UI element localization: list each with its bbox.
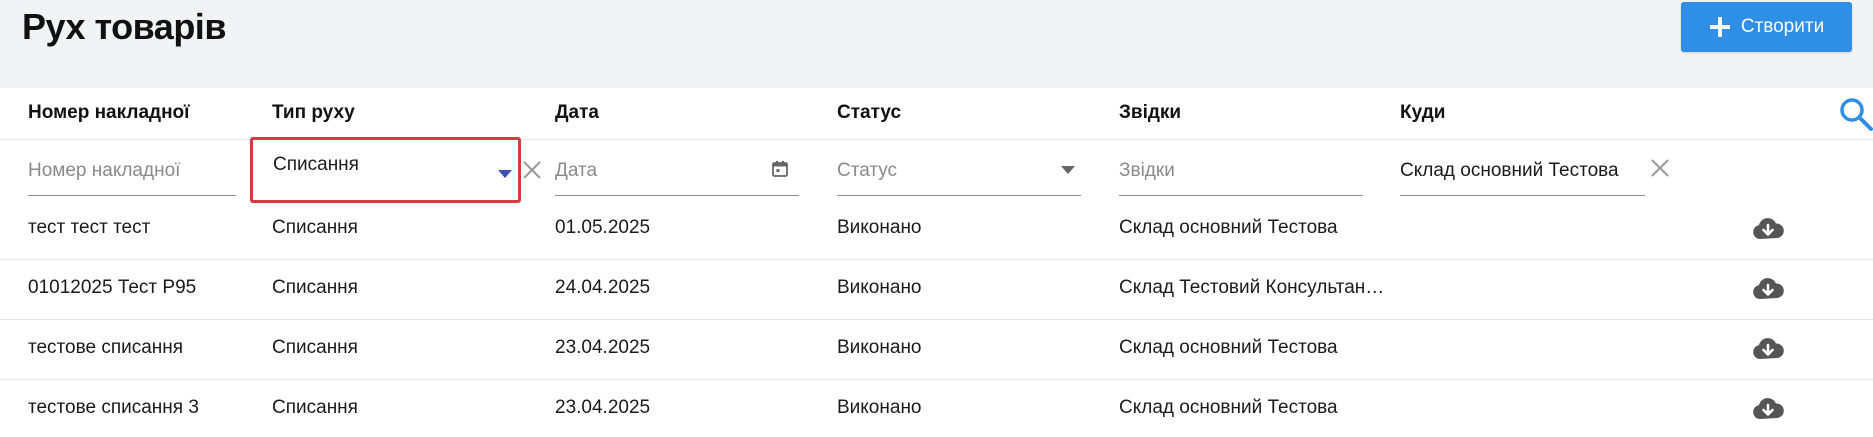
cell-from: Склад основний Тестова — [1119, 337, 1338, 358]
cloud-download-icon[interactable] — [1752, 277, 1784, 303]
cell-status: Виконано — [837, 397, 922, 418]
type-filter-select[interactable]: Списання — [250, 137, 521, 203]
table-body: тест тест тест Списання 01.05.2025 Викон… — [0, 200, 1873, 437]
plus-icon — [1709, 17, 1730, 37]
cell-status: Виконано — [837, 277, 922, 298]
cell-from: Склад Тестовий Консультан… — [1119, 277, 1385, 298]
cell-number: тест тест тест — [28, 217, 151, 238]
column-header-from: Звідки — [1119, 102, 1182, 123]
column-header-type: Тип руху — [272, 102, 355, 123]
create-button[interactable]: Створити — [1681, 2, 1852, 52]
table-header: Номер накладної Тип руху Дата Статус Зві… — [0, 88, 1873, 140]
column-header-to: Куди — [1400, 102, 1446, 123]
cell-status: Виконано — [837, 217, 922, 238]
cloud-download-icon[interactable] — [1752, 217, 1784, 243]
cell-type: Списання — [272, 217, 358, 238]
status-filter-placeholder: Статус — [837, 160, 898, 181]
search-icon[interactable] — [1838, 96, 1873, 132]
calendar-icon[interactable] — [771, 160, 789, 178]
cell-date: 24.04.2025 — [555, 277, 651, 298]
status-filter-select[interactable]: Статус — [837, 140, 1081, 196]
date-filter-input[interactable]: Дата — [555, 140, 799, 196]
cell-date: 23.04.2025 — [555, 397, 651, 418]
cell-date: 01.05.2025 — [555, 217, 651, 238]
cell-type: Списання — [272, 397, 358, 418]
caret-down-icon — [498, 170, 512, 178]
column-header-number: Номер накладної — [28, 102, 190, 123]
cloud-download-icon[interactable] — [1752, 337, 1784, 363]
cell-number: 01012025 Тест Р95 — [28, 277, 197, 298]
cell-number: тестове списання 3 — [28, 397, 199, 418]
table-row[interactable]: тестове списання 3 Списання 23.04.2025 В… — [0, 380, 1873, 437]
cloud-download-icon[interactable] — [1752, 397, 1784, 423]
cell-type: Списання — [272, 337, 358, 358]
page-title: Рух товарів — [22, 6, 226, 47]
from-filter-input[interactable]: Звідки — [1119, 140, 1363, 196]
cell-status: Виконано — [837, 337, 922, 358]
from-filter-placeholder: Звідки — [1119, 160, 1175, 181]
table-row[interactable]: тест тест тест Списання 01.05.2025 Викон… — [0, 200, 1873, 260]
cell-from: Склад основний Тестова — [1119, 217, 1338, 238]
date-filter-placeholder: Дата — [555, 160, 598, 181]
table-row[interactable]: тестове списання Списання 23.04.2025 Вик… — [0, 320, 1873, 380]
create-button-label: Створити — [1740, 16, 1825, 37]
table-row[interactable]: 01012025 Тест Р95 Списання 24.04.2025 Ви… — [0, 260, 1873, 320]
type-filter-value: Списання — [273, 154, 359, 175]
page: Рух товарів Створити Номер накладної Тип… — [0, 0, 1873, 437]
number-filter-placeholder: Номер накладної — [28, 160, 181, 181]
clear-icon[interactable] — [520, 158, 544, 182]
to-filter-value: Склад основний Тестова — [1400, 160, 1619, 181]
cell-number: тестове списання — [28, 337, 184, 358]
number-filter-input[interactable]: Номер накладної — [28, 140, 236, 196]
cell-from: Склад основний Тестова — [1119, 397, 1338, 418]
column-header-status: Статус — [837, 102, 902, 123]
column-header-date: Дата — [555, 102, 599, 123]
caret-down-icon — [1061, 166, 1075, 174]
to-filter-input[interactable]: Склад основний Тестова — [1400, 140, 1645, 196]
clear-icon[interactable] — [1648, 156, 1672, 180]
movements-table: Номер накладної Тип руху Дата Статус Зві… — [0, 88, 1873, 437]
cell-type: Списання — [272, 277, 358, 298]
cell-date: 23.04.2025 — [555, 337, 651, 358]
